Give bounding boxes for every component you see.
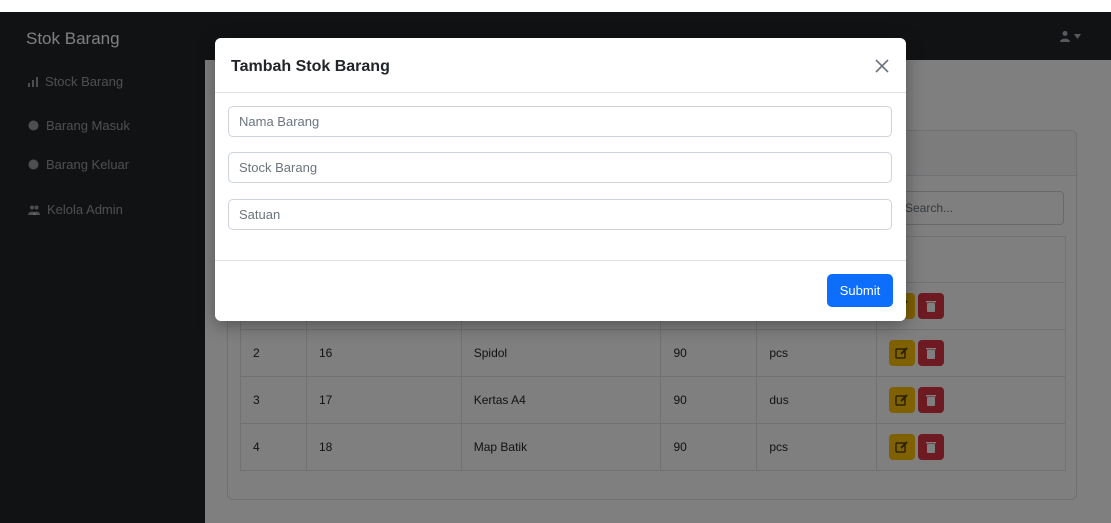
add-stock-modal: Tambah Stok Barang Submit (215, 38, 906, 321)
close-button[interactable] (871, 55, 893, 77)
satuan-field[interactable] (228, 199, 892, 230)
nama-barang-field[interactable] (228, 106, 892, 137)
modal-footer: Submit (215, 260, 906, 321)
stock-barang-field[interactable] (228, 152, 892, 183)
close-icon (875, 59, 889, 73)
submit-button[interactable]: Submit (827, 274, 893, 307)
modal-header: Tambah Stok Barang (215, 38, 906, 93)
modal-title: Tambah Stok Barang (231, 58, 390, 75)
modal-body (215, 93, 906, 260)
